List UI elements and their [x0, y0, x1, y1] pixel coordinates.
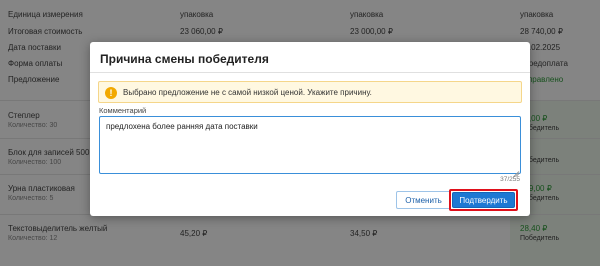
confirm-button[interactable]: Подтвердить: [452, 192, 515, 208]
comment-textarea[interactable]: [99, 116, 521, 174]
comment-label: Комментарий: [99, 106, 147, 115]
confirm-button-highlight: Подтвердить: [449, 189, 518, 211]
warning-text: Выбрано предложение не с самой низкой це…: [123, 88, 372, 97]
dialog-title: Причина смены победителя: [100, 52, 269, 66]
divider: [90, 72, 530, 73]
cancel-button[interactable]: Отменить: [396, 191, 451, 209]
resize-handle-icon[interactable]: [512, 166, 520, 174]
character-counter: 37/255: [500, 176, 520, 183]
change-winner-dialog: Причина смены победителя ! Выбрано предл…: [90, 42, 530, 216]
warning-icon: !: [105, 87, 117, 99]
warning-banner: ! Выбрано предложение не с самой низкой …: [98, 81, 522, 103]
